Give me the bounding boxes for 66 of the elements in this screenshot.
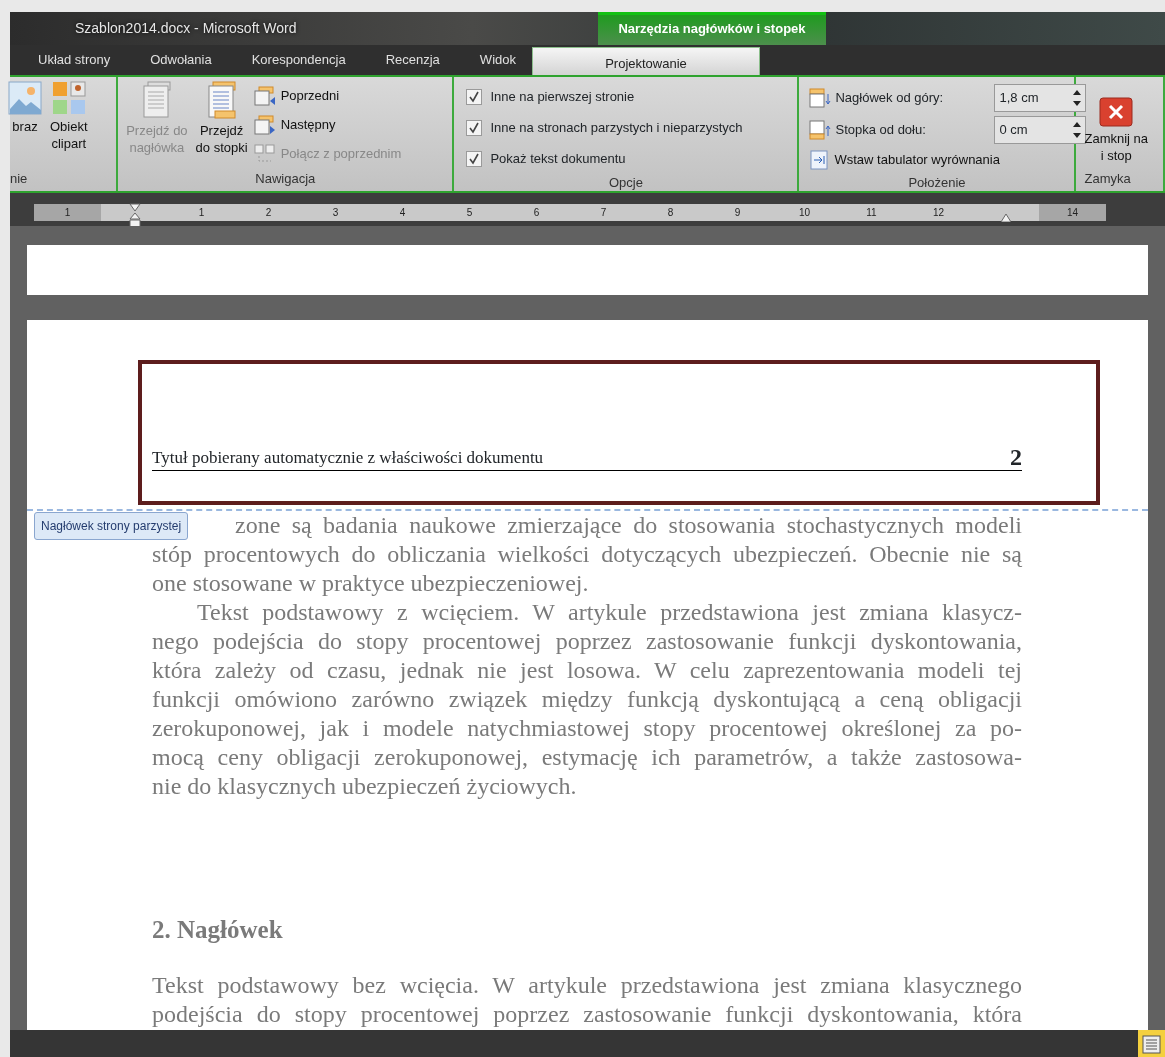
next-page-icon [253,115,276,135]
ruler-number: 10 [798,206,811,220]
margin-marker-icon[interactable] [1000,213,1011,222]
ruler-number: 14 [1066,206,1079,220]
field-label: Stopka od dołu: [835,120,927,139]
field-label: Nagłówek od góry: [835,88,945,107]
ribbon-button[interactable]: braz [6,81,44,169]
section-heading: 2. Nagłówek [152,915,284,945]
ribbon-tab[interactable]: Korespondencja [251,49,346,75]
checkbox-label[interactable]: Pokaż tekst dokumentu [490,149,626,169]
ruler-number: 3 [332,206,339,220]
ribbon-tab[interactable]: Recenzja [385,49,440,75]
ribbon-button[interactable]: Przejdź do stopki [193,81,250,169]
indent-marker-icon[interactable] [128,202,141,229]
picture-icon [8,81,42,115]
ruler-number: 4 [399,206,406,220]
ribbon-button[interactable]: Poprzedni [253,83,402,109]
link-icon [253,144,276,164]
ruler-number: 5 [466,206,473,220]
ruler-number: 7 [600,206,607,220]
page-icon [206,81,237,119]
group-label: Opcje [607,174,644,191]
ribbon-tab[interactable]: Układ strony [38,49,111,75]
group-label: Położenie [907,174,967,191]
header-tooltip: Nagłówek strony parzystej [34,512,189,540]
body-paragraph: stóp procentowych do obliczania wielkości dotyczących ubezpieczeń. Obecnie nie są one stosowane w praktyce ubezpieczeniowej. [152,540,1022,598]
group-label: Nawigacja [254,170,317,188]
checkbox-label[interactable]: Inne na stronach parzystych i nieparzystych [490,118,743,138]
header-position-icon [809,87,832,108]
ruler-number: 8 [667,206,674,220]
ribbon-button[interactable]: Następny [253,112,402,138]
ribbon-tab[interactable]: Odwołania [150,49,212,75]
ribbon-button[interactable]: Obiekt clipart [48,81,90,169]
group-label: nie [10,170,29,188]
ribbon-tab[interactable]: Projektowanie [532,47,760,75]
tab-insert-icon [809,150,830,170]
ruler-number: 9 [734,206,741,220]
ruler-number: 1 [198,206,205,220]
ruler-number: 11 [866,206,877,220]
checkbox[interactable] [466,89,483,105]
ruler-number: 12 [932,206,945,220]
body-paragraph: Tekst podstawowy bez wcięcia. W artykule przedstawiona jest zmiana klasycznego podejścia do stopy procentowej poprzez zastosowanie funkcji dyskontowania, która [152,970,1022,1029]
footer-position-icon [809,119,832,140]
ruler-number: 1 [64,206,71,220]
header-title: Tytuł pobierany automatycznie z właściwości dokumentu [152,446,544,469]
page-number: 2 [1010,444,1022,470]
checkbox[interactable] [466,151,483,167]
text-line: zone są badania naukowe zmierzające do stosowania stochastycznych modeli [235,511,1022,540]
ruler-number: 6 [533,206,540,220]
close-icon [1099,97,1134,127]
page-lines-icon [1142,1035,1161,1055]
checkbox[interactable] [466,120,483,136]
checkbox-label[interactable]: Inne na pierwszej stronie [490,87,635,107]
contextual-tab-group: Narzędzia nagłówków i stopek [598,12,826,45]
spin-arrows-icon[interactable] [1073,88,1082,107]
ribbon-tab[interactable]: Widok [479,49,516,75]
window-title: Szablon2014.docx - Microsoft Word [75,19,298,38]
spin-arrows-icon[interactable] [1073,120,1082,139]
group-label: Zamyka [1083,170,1132,188]
print-layout-button[interactable] [1138,1030,1165,1057]
previous-page-icon [253,86,276,106]
page-icon [141,81,172,119]
ruler-number: 2 [265,206,272,220]
body-paragraph: Tekst podstawowy z wcięciem. W artykule przedstawiona jest zmiana klasycz- nego podejścia do stopy procentowej poprzez zastosowanie funkcji dyskontowania, która zależy od czasu, jednak nie jest losowa. W celu zaprezentowania modeli tej funkcji omówiono zarówno związek między funkcją dyskontującą a ceną obligacji zerokuponowej, jak i modele natychmiastowej stopy procentowej określonej za po- mocą ceny obligacji zerokuponowej, estymację ich parametrów, a także zastosowa- nie do klasycznych ubezpieczeń życiowych. [152,598,1022,801]
spin-field[interactable]: 1,8 cm [994,83,1087,112]
clipart-icon [51,81,86,115]
